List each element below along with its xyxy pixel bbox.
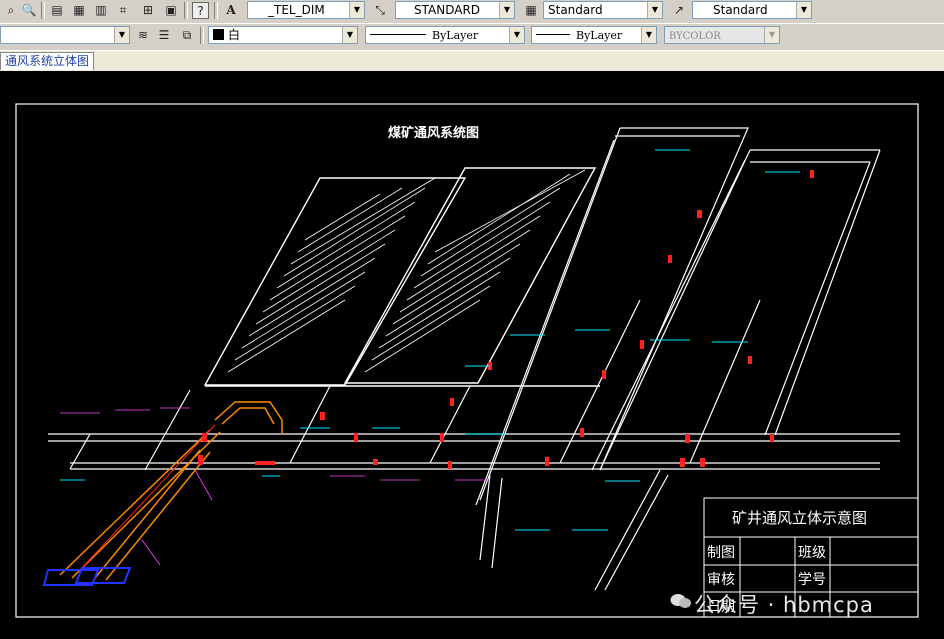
design-center-icon[interactable]: ▦ <box>70 1 88 19</box>
drawing-canvas[interactable]: 煤矿通风系统图 矿井通风立体示意图 制图 班级 审核 学号 日期 <box>0 71 944 639</box>
dim-style-icon[interactable]: ⤡ <box>371 1 389 19</box>
standard-toolbar: ⌕ 🔍 ▤ ▦ ▥ ⌗ ⊞ ▣ ? A _TEL_DIM ▼ ⤡ STANDARD… <box>0 0 944 22</box>
properties-toolbar: ▼ ≋ ☰ ⧉ 白 ▼ ByLayer ▼ ByLayer ▼ BYCOLOR ▼ <box>0 23 944 47</box>
text-style-icon[interactable]: A <box>222 1 240 19</box>
layer-previous-icon[interactable]: ≋ <box>134 26 152 44</box>
tool-palettes-icon[interactable]: ▥ <box>92 1 110 19</box>
table-style-select[interactable]: Standard ▼ <box>543 1 663 19</box>
table-style-icon[interactable]: ▦ <box>522 1 540 19</box>
lineweight-select[interactable]: ByLayer ▼ <box>531 26 657 44</box>
layer-select[interactable]: 白 ▼ <box>208 26 358 44</box>
annotation-labels <box>60 149 800 531</box>
drawing-title: 煤矿通风系统图 <box>388 125 479 141</box>
layer-state-select[interactable]: ▼ <box>0 26 130 44</box>
toolbar-separator <box>41 2 45 19</box>
lineweight-preview-icon <box>536 34 570 35</box>
shaft-bottom-pads <box>42 567 132 586</box>
document-tab-bar: 通风系统立体图 <box>0 50 944 72</box>
titleblock-student-id-label: 学号 <box>798 572 826 588</box>
titleblock-name: 矿井通风立体示意图 <box>732 509 867 527</box>
inclined-shafts <box>59 401 283 581</box>
sheet-set-icon[interactable]: ⌗ <box>114 1 132 19</box>
mining-face-1 <box>203 177 467 386</box>
linetype-preview-icon <box>370 34 426 35</box>
drawing-border <box>15 103 919 618</box>
layer-iso-icon[interactable]: ⧉ <box>178 26 196 44</box>
linetype-select[interactable]: ByLayer ▼ <box>365 26 525 44</box>
zoom-window-icon[interactable]: ⌕ <box>2 1 20 19</box>
layer-color-swatch-icon <box>213 29 224 40</box>
text-style-select[interactable]: _TEL_DIM ▼ <box>247 1 365 19</box>
dim-style-select[interactable]: STANDARD ▼ <box>395 1 515 19</box>
match-layer-icon[interactable]: ☰ <box>155 26 173 44</box>
titleblock-drawn-label: 制图 <box>707 545 735 561</box>
drawing-svg: 煤矿通风系统图 矿井通风立体示意图 制图 班级 审核 学号 日期 <box>15 103 919 618</box>
main-roadways <box>48 299 900 471</box>
zoom-previous-icon[interactable]: 🔍 <box>20 1 38 19</box>
help-icon[interactable]: ? <box>192 2 209 19</box>
titleblock-review-label: 审核 <box>707 572 735 588</box>
toolbar-separator <box>200 27 204 44</box>
roadway-parallelogram-3 <box>475 127 749 569</box>
plotstyle-select[interactable]: BYCOLOR ▼ <box>664 26 780 44</box>
properties-icon[interactable]: ▤ <box>48 1 66 19</box>
toolbar-separator <box>184 2 188 19</box>
mleader-style-icon[interactable]: ↗ <box>670 1 688 19</box>
titleblock-class-label: 班级 <box>798 545 826 561</box>
calculator-icon[interactable]: ▣ <box>162 1 180 19</box>
markup-icon[interactable]: ⊞ <box>139 1 157 19</box>
toolbar-separator <box>214 2 218 19</box>
watermark-text: 公众号 · hbmcpa <box>694 593 874 617</box>
tab-drawing[interactable]: 通风系统立体图 <box>0 52 95 70</box>
mleader-style-select[interactable]: Standard ▼ <box>692 1 812 19</box>
